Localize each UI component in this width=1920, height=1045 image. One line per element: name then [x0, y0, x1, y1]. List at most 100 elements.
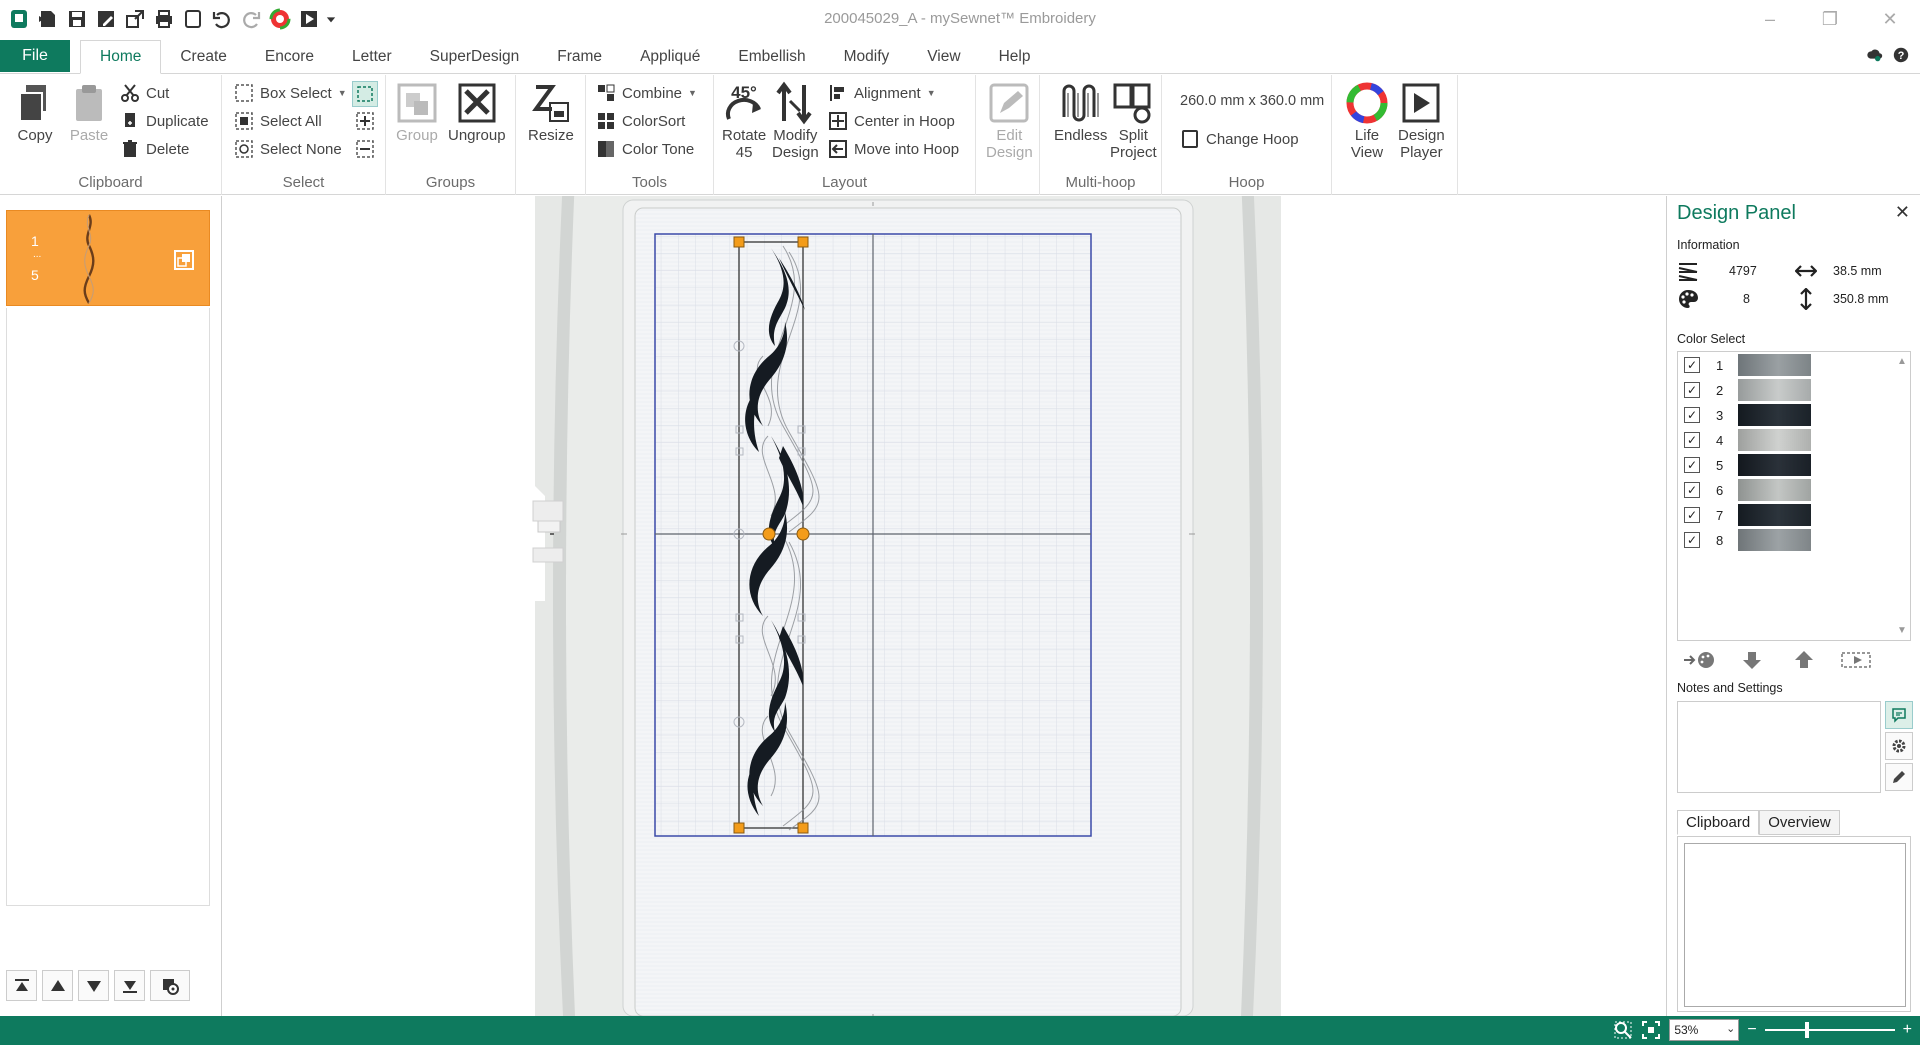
color-row-checkbox[interactable]: ✓ — [1684, 507, 1700, 523]
clipboard-content-area[interactable] — [1684, 843, 1906, 1007]
scroll-down-icon[interactable]: ▼ — [1897, 625, 1907, 636]
settings-button[interactable] — [1885, 732, 1913, 760]
select-color-area-button[interactable] — [1833, 648, 1879, 672]
tab-letter[interactable]: Letter — [333, 40, 411, 74]
paste-button[interactable]: Paste — [68, 81, 110, 144]
zoom-out-icon[interactable]: − — [1747, 1021, 1756, 1039]
life-view-button[interactable]: Life View — [1346, 81, 1388, 161]
move-down-button[interactable] — [78, 970, 109, 1001]
zoom-to-hoop-icon[interactable] — [1641, 1020, 1661, 1040]
design-panel: Design Panel ✕ Information 4797 38.5 mm … — [1666, 196, 1920, 1016]
tab-embellish[interactable]: Embellish — [719, 40, 824, 74]
order-settings-button[interactable] — [150, 970, 190, 1001]
duplicate-button[interactable]: Duplicate — [120, 109, 209, 133]
tab-home[interactable]: Home — [80, 40, 162, 74]
close-button[interactable]: ✕ — [1860, 0, 1920, 38]
group-button[interactable]: Group — [396, 81, 438, 144]
help-icon[interactable]: ? — [1892, 46, 1910, 64]
tab-help[interactable]: Help — [980, 40, 1050, 74]
restore-button[interactable]: ❐ — [1800, 0, 1860, 38]
color-row[interactable]: ✓ 3 — [1684, 404, 1811, 426]
color-row[interactable]: ✓ 7 — [1684, 504, 1811, 526]
endless-button[interactable]: Endless — [1054, 81, 1107, 144]
clipboard-overview-tabs: Clipboard Overview — [1677, 810, 1840, 835]
color-row-checkbox[interactable]: ✓ — [1684, 457, 1700, 473]
edit-design-button[interactable]: Edit Design — [986, 81, 1033, 161]
add-to-selection-button[interactable] — [355, 109, 375, 133]
scroll-up-icon[interactable]: ▲ — [1897, 356, 1907, 367]
modify-design-button[interactable]: Modify Design — [772, 81, 819, 161]
color-select-list[interactable]: ✓ 1 ✓ 2 ✓ 3 ✓ 4 ✓ 5 ✓ 6 ✓ 7 ✓ 8 ▲ ▼ — [1677, 351, 1911, 641]
color-row-checkbox[interactable]: ✓ — [1684, 382, 1700, 398]
notes-text-area[interactable] — [1677, 701, 1881, 793]
zoom-slider[interactable] — [1764, 1019, 1895, 1041]
move-to-top-button[interactable] — [6, 970, 37, 1001]
color-row-checkbox[interactable]: ✓ — [1684, 532, 1700, 548]
alignment-button[interactable]: Alignment ▼ — [828, 81, 936, 105]
select-all-button[interactable]: Select All — [234, 109, 322, 133]
delete-button[interactable]: Delete — [120, 137, 189, 161]
color-tone-button[interactable]: Color Tone — [596, 137, 694, 161]
tab-encore[interactable]: Encore — [246, 40, 333, 74]
tab-superdesign[interactable]: SuperDesign — [411, 40, 539, 74]
box-select-button[interactable]: Box Select ▼ — [234, 81, 347, 105]
tools-group: Combine ▼ ColorSort Color Tone Tools — [586, 75, 714, 195]
select-none-button[interactable]: Select None — [234, 137, 342, 161]
edit-notes-button[interactable] — [1885, 763, 1913, 791]
cloud-sync-icon[interactable] — [1866, 46, 1884, 64]
file-menu-button[interactable]: File — [0, 40, 70, 72]
color-row[interactable]: ✓ 6 — [1684, 479, 1811, 501]
move-to-bottom-button[interactable] — [114, 970, 145, 1001]
color-row[interactable]: ✓ 4 — [1684, 429, 1811, 451]
center-in-hoop-button[interactable]: Center in Hoop — [828, 109, 955, 133]
status-bar: 53% ⌄ − + — [0, 1016, 1920, 1045]
ribbon-tabs: Home Create Encore Letter SuperDesign Fr… — [80, 40, 1049, 74]
hoop-workspace[interactable] — [223, 196, 1664, 1016]
color-row-checkbox[interactable]: ✓ — [1684, 357, 1700, 373]
color-row-checkbox[interactable]: ✓ — [1684, 407, 1700, 423]
color-row-checkbox[interactable]: ✓ — [1684, 482, 1700, 498]
tab-clipboard[interactable]: Clipboard — [1677, 810, 1760, 835]
information-heading: Information — [1677, 238, 1740, 252]
tab-frame[interactable]: Frame — [538, 40, 621, 74]
selected-design-thumbnail[interactable]: 1 ... 5 — [6, 210, 210, 306]
minimize-button[interactable]: – — [1740, 0, 1800, 38]
tab-applique[interactable]: Appliqué — [621, 40, 719, 74]
color-row[interactable]: ✓ 1 — [1684, 354, 1811, 376]
select-all-icon — [235, 112, 253, 130]
select-mode-toggle[interactable] — [352, 81, 378, 107]
colorsort-button[interactable]: ColorSort — [596, 109, 685, 133]
move-color-up-button[interactable] — [1781, 648, 1827, 672]
design-canvas[interactable] — [223, 196, 1664, 1016]
split-project-button[interactable]: Split Project — [1110, 81, 1157, 161]
design-player-button[interactable]: Design Player — [1398, 81, 1445, 161]
color-row-checkbox[interactable]: ✓ — [1684, 432, 1700, 448]
design-panel-close-button[interactable]: ✕ — [1895, 202, 1910, 223]
color-row[interactable]: ✓ 2 — [1684, 379, 1811, 401]
group-marker-icon — [174, 250, 194, 270]
zoom-to-fit-icon[interactable] — [1613, 1020, 1633, 1040]
move-into-hoop-button[interactable]: Move into Hoop — [828, 137, 959, 161]
cut-button[interactable]: Cut — [120, 81, 169, 105]
tab-create[interactable]: Create — [161, 40, 246, 74]
ungroup-button[interactable]: Ungroup — [448, 81, 506, 144]
combine-button[interactable]: Combine ▼ — [596, 81, 697, 105]
zoom-level-select[interactable]: 53% ⌄ — [1669, 1019, 1740, 1041]
resize-button[interactable]: Resize — [528, 81, 574, 144]
rotate-45-button[interactable]: 45° Rotate 45 — [722, 81, 766, 161]
zoom-in-icon[interactable]: + — [1903, 1021, 1912, 1039]
change-hoop-button[interactable]: Change Hoop — [1180, 127, 1299, 151]
zoom-slider-thumb[interactable] — [1804, 1022, 1809, 1038]
notes-button[interactable] — [1885, 701, 1913, 729]
copy-button[interactable]: Copy — [14, 81, 56, 144]
remove-from-selection-button[interactable] — [355, 137, 375, 161]
move-up-button[interactable] — [42, 970, 73, 1001]
tab-modify[interactable]: Modify — [825, 40, 909, 74]
color-row[interactable]: ✓ 5 — [1684, 454, 1811, 476]
tab-view[interactable]: View — [908, 40, 979, 74]
change-color-button[interactable] — [1677, 648, 1723, 672]
move-color-down-button[interactable] — [1729, 648, 1775, 672]
tab-overview[interactable]: Overview — [1759, 810, 1840, 835]
color-list-scrollbar[interactable]: ▲ ▼ — [1894, 352, 1910, 640]
color-row[interactable]: ✓ 8 — [1684, 529, 1811, 551]
